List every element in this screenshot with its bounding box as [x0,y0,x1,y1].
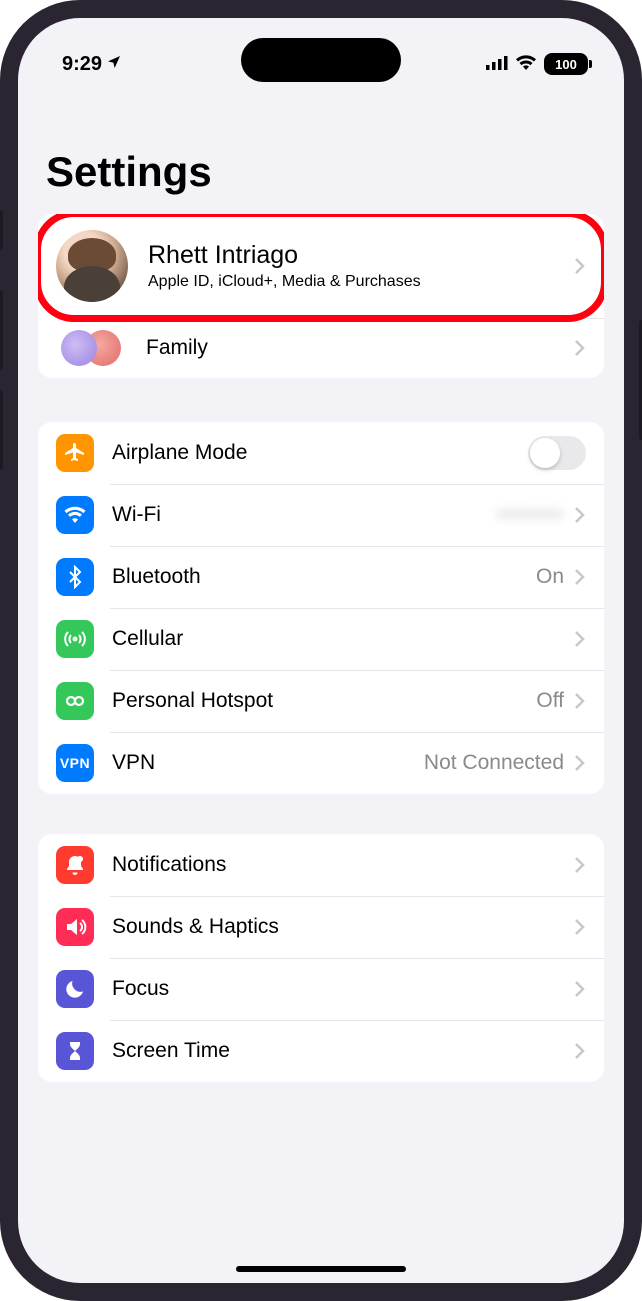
moon-icon [56,970,94,1008]
airplane-toggle[interactable] [528,436,586,470]
location-icon [106,53,122,76]
page-title: Settings [18,88,624,214]
hotspot-label: Personal Hotspot [112,689,536,713]
status-left: 9:29 [62,53,122,76]
phone-frame: 9:29 100 Settings [0,0,642,1301]
cellular-label: Cellular [112,627,574,651]
profile-name: Rhett Intriago [148,241,574,270]
chevron-right-icon [574,630,586,648]
focus-row[interactable]: Focus [38,958,604,1020]
screentime-row[interactable]: Screen Time [38,1020,604,1082]
apple-id-row[interactable]: Rhett Intriago Apple ID, iCloud+, Media … [38,214,604,318]
focus-label: Focus [112,977,574,1001]
chevron-right-icon [574,568,586,586]
avatar [56,230,128,302]
bluetooth-value: On [536,565,564,589]
chevron-right-icon [574,1042,586,1060]
airplane-icon [56,434,94,472]
battery-icon: 100 [544,53,588,75]
phone-screen: 9:29 100 Settings [18,18,624,1283]
profile-subtitle: Apple ID, iCloud+, Media & Purchases [148,272,574,291]
vpn-label: VPN [112,751,424,775]
vpn-row[interactable]: VPN VPN Not Connected [38,732,604,794]
speaker-icon [56,908,94,946]
vpn-value: Not Connected [424,751,564,775]
wifi-row[interactable]: Wi-Fi •••••••• [38,484,604,546]
family-row[interactable]: Family [38,318,604,378]
wifi-icon [515,53,537,76]
chevron-right-icon [574,506,586,524]
vpn-icon: VPN [56,744,94,782]
wifi-label: Wi-Fi [112,503,497,527]
vpn-badge-text: VPN [60,755,90,771]
chevron-right-icon [574,856,586,874]
chevron-right-icon [574,754,586,772]
group-system: Notifications Sounds & Haptics Focus [38,834,604,1082]
home-indicator[interactable] [236,1266,406,1272]
notifications-label: Notifications [112,853,574,877]
sounds-label: Sounds & Haptics [112,915,574,939]
side-button [0,210,3,250]
bluetooth-row[interactable]: Bluetooth On [38,546,604,608]
chevron-right-icon [574,918,586,936]
battery-level: 100 [555,57,577,72]
airplane-label: Airplane Mode [112,441,528,465]
bell-icon [56,846,94,884]
sounds-row[interactable]: Sounds & Haptics [38,896,604,958]
volume-down-button [0,390,3,470]
status-right: 100 [486,53,588,76]
airplane-mode-row[interactable]: Airplane Mode [38,422,604,484]
cellular-settings-icon [56,620,94,658]
family-label: Family [146,336,574,360]
wifi-value: •••••••• [497,503,564,527]
screentime-label: Screen Time [112,1039,574,1063]
chevron-right-icon [574,692,586,710]
hourglass-icon [56,1032,94,1070]
hotspot-value: Off [536,689,564,713]
bluetooth-icon [56,558,94,596]
cellular-row[interactable]: Cellular [38,608,604,670]
chevron-right-icon [574,980,586,998]
hotspot-icon [56,682,94,720]
profile-text: Rhett Intriago Apple ID, iCloud+, Media … [148,241,574,291]
status-time: 9:29 [62,53,102,76]
group-network: Airplane Mode Wi-Fi •••••••• Bluetooth O… [38,422,604,794]
bluetooth-label: Bluetooth [112,565,536,589]
notifications-row[interactable]: Notifications [38,834,604,896]
chevron-right-icon [574,257,586,275]
cellular-icon [486,53,508,76]
volume-up-button [0,290,3,370]
dynamic-island [241,38,401,82]
hotspot-row[interactable]: Personal Hotspot Off [38,670,604,732]
chevron-right-icon [574,339,586,357]
family-avatars [56,330,126,366]
group-account: Rhett Intriago Apple ID, iCloud+, Media … [38,214,604,378]
wifi-settings-icon [56,496,94,534]
